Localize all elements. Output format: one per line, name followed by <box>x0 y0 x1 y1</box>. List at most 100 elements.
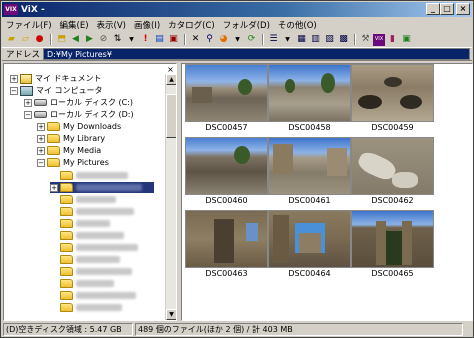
collapse-icon[interactable]: − <box>24 110 32 119</box>
slideshow-icon[interactable]: ▤ <box>153 34 166 46</box>
menu-view[interactable]: 表示(V) <box>93 19 130 31</box>
collapse-icon[interactable]: − <box>37 158 45 167</box>
view-tiles-icon[interactable]: ▩ <box>337 34 350 46</box>
tree-close-icon[interactable]: × <box>166 65 175 74</box>
view-details-icon[interactable]: ▥ <box>309 34 322 46</box>
thumbnail-label: DSC00461 <box>288 196 331 205</box>
search-icon[interactable]: ⚲ <box>203 34 216 46</box>
expand-icon[interactable]: + <box>24 98 32 107</box>
maximize-button[interactable]: □ <box>440 3 454 15</box>
tree-item-my-documents[interactable]: + マイ ドキュメント <box>10 73 102 84</box>
record-icon[interactable]: ● <box>33 34 46 46</box>
thumbnail-image[interactable] <box>351 137 434 195</box>
tree-item-my-pictures[interactable]: − My Pictures <box>37 157 109 168</box>
thumbnail-image[interactable] <box>351 64 434 122</box>
scroll-up-icon[interactable]: ▲ <box>166 74 176 85</box>
dropdown-arrow-icon[interactable]: ▼ <box>125 34 138 46</box>
collapse-icon[interactable]: − <box>10 86 18 95</box>
view-list-icon[interactable]: ☰ <box>267 34 280 46</box>
tree-item-my-media[interactable]: + My Media <box>37 145 101 156</box>
thumbnail-item[interactable]: DSC00458 <box>268 64 351 133</box>
expand-icon[interactable]: + <box>10 74 18 83</box>
tree-subfolder[interactable] <box>60 242 138 253</box>
thumbnail-item[interactable]: DSC00460 <box>185 137 268 206</box>
scroll-down-icon[interactable]: ▼ <box>166 309 176 320</box>
folder-tree[interactable]: × ▲ ▼ + マイ ドキュメント − マイ コンピュータ + ローカル ディス… <box>3 63 177 321</box>
view-thumbs-icon[interactable]: ▦ <box>295 34 308 46</box>
tree-item-my-computer[interactable]: − マイ コンピュータ <box>10 85 103 96</box>
tree-subfolder[interactable] <box>60 194 116 205</box>
view-icons-icon[interactable]: ▧ <box>323 34 336 46</box>
alert-icon[interactable]: ! <box>139 34 152 46</box>
tree-item-disk-c[interactable]: + ローカル ディスク (C:) <box>24 97 133 108</box>
minimize-button[interactable]: _ <box>426 3 440 15</box>
tree-subfolder[interactable] <box>60 302 122 313</box>
back-arrow-icon[interactable]: ◀ <box>69 34 82 46</box>
book-icon[interactable]: ▮ <box>386 34 399 46</box>
delete-icon[interactable]: ✕ <box>189 34 202 46</box>
tree-subfolder[interactable] <box>60 278 114 289</box>
tree-subfolder[interactable] <box>60 254 120 265</box>
open-folder-icon[interactable]: ▰ <box>5 34 18 46</box>
tree-subfolder[interactable] <box>60 230 124 241</box>
expand-icon[interactable]: + <box>37 122 45 131</box>
tree-item-my-library[interactable]: + My Library <box>37 133 105 144</box>
menu-folder[interactable]: フォルダ(D) <box>219 19 274 31</box>
address-field[interactable]: D:¥My Pictures¥ <box>43 48 470 60</box>
thumbnail-label: DSC00458 <box>288 123 331 132</box>
menu-other[interactable]: その他(O) <box>274 19 321 31</box>
tree-subfolder[interactable] <box>60 290 136 301</box>
stop-icon[interactable]: ⊘ <box>97 34 110 46</box>
thumbnail-image[interactable] <box>268 137 351 195</box>
expand-icon[interactable]: + <box>37 146 45 155</box>
tree-subfolder[interactable] <box>60 266 132 277</box>
tree-subfolder[interactable] <box>60 170 128 181</box>
expand-icon[interactable]: + <box>37 134 45 143</box>
menu-catalog[interactable]: カタログ(C) <box>164 19 219 31</box>
tree-item-disk-d[interactable]: − ローカル ディスク (D:) <box>24 109 134 120</box>
thumbnail-image[interactable] <box>268 210 351 268</box>
dropdown-arrow-icon-3[interactable]: ▼ <box>281 34 294 46</box>
scroll-thumb[interactable] <box>166 94 176 138</box>
thumbnail-grid[interactable]: DSC00457 DSC00458 DSC00459 DSC00460 DSC0… <box>181 63 473 321</box>
menu-edit[interactable]: 編集(E) <box>56 19 93 31</box>
thumbnail-item[interactable]: DSC00463 <box>185 210 268 279</box>
thumbnail-item[interactable]: DSC00459 <box>351 64 434 133</box>
thumbnail-image[interactable] <box>185 64 268 122</box>
new-folder-icon[interactable]: ▱ <box>19 34 32 46</box>
thumbnail-image[interactable] <box>185 210 268 268</box>
thumbnail-image[interactable] <box>268 64 351 122</box>
menu-file[interactable]: ファイル(F) <box>2 19 56 31</box>
tree-item-my-downloads[interactable]: + My Downloads <box>37 121 121 132</box>
tree-scrollbar[interactable]: ▲ ▼ <box>165 74 176 320</box>
status-bar: (D)空きディスク領域 : 5.47 GB 489 個のファイル(ほか 2 個)… <box>2 322 472 337</box>
sort-icon[interactable]: ⇅ <box>111 34 124 46</box>
address-label: アドレス <box>6 50 41 60</box>
info-icon[interactable]: ▣ <box>167 34 180 46</box>
thumbnail-image[interactable] <box>185 137 268 195</box>
thumbnail-item[interactable]: DSC00465 <box>351 210 434 279</box>
refresh-icon[interactable]: ⟳ <box>245 34 258 46</box>
vix-logo-icon[interactable]: VIX <box>373 33 385 46</box>
forward-arrow-icon[interactable]: ▶ <box>83 34 96 46</box>
vix-app-icon: VIX <box>4 4 18 15</box>
color-wheel-icon[interactable]: ◕ <box>217 34 230 46</box>
tools-icon[interactable]: ⚒ <box>359 34 372 46</box>
thumbnail-item[interactable]: DSC00457 <box>185 64 268 133</box>
dropdown-arrow-icon-2[interactable]: ▼ <box>231 34 244 46</box>
thumbnail-item[interactable]: DSC00464 <box>268 210 351 279</box>
folder-icon <box>60 279 73 288</box>
thumbnail-label: DSC00464 <box>288 269 331 278</box>
tree-subfolder[interactable] <box>60 218 110 229</box>
folder-icon <box>47 134 60 143</box>
menu-image[interactable]: 画像(I) <box>130 19 164 31</box>
thumbnail-image[interactable] <box>351 210 434 268</box>
image-editor-icon[interactable]: ▣ <box>400 34 413 46</box>
thumbnail-item[interactable]: DSC00461 <box>268 137 351 206</box>
thumbnail-item[interactable]: DSC00462 <box>351 137 434 206</box>
close-button[interactable]: × <box>456 3 470 15</box>
folder-up-icon[interactable]: ⬒ <box>55 34 68 46</box>
tree-subfolder-selected[interactable]: + <box>50 182 154 193</box>
expand-icon[interactable]: + <box>50 183 58 192</box>
tree-subfolder[interactable] <box>60 206 134 217</box>
